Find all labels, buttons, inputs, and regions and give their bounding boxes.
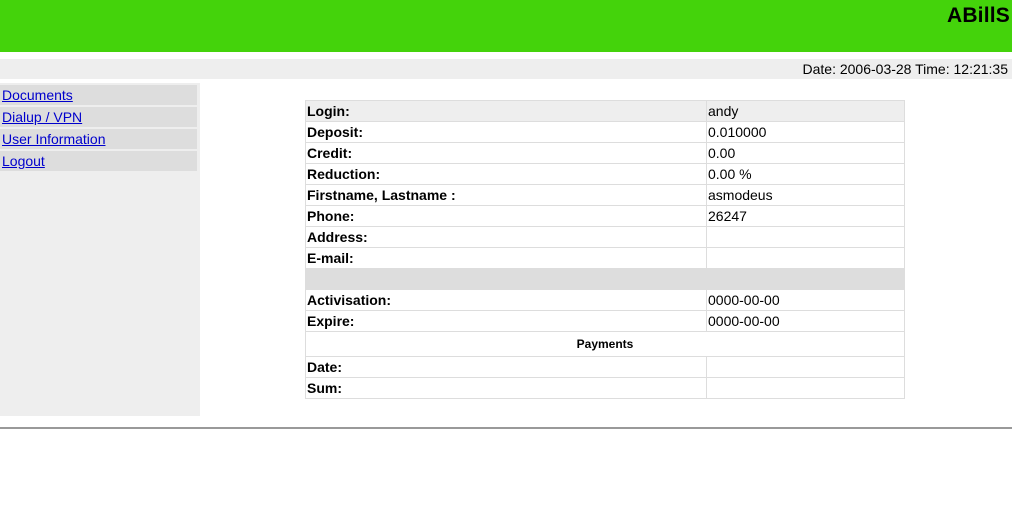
expire-label: Expire: xyxy=(305,310,707,332)
activisation-value: 0000-00-00 xyxy=(706,289,905,311)
payments-title: Payments xyxy=(305,331,905,357)
logout-link[interactable]: Logout xyxy=(0,153,45,169)
sidebar-item-logout: Logout xyxy=(0,151,197,171)
table-separator xyxy=(305,268,905,290)
address-value xyxy=(706,226,905,248)
table-row-phone: Phone: 26247 xyxy=(305,205,905,227)
sidebar: Documents Dialup / VPN User Information … xyxy=(0,83,200,416)
time-label: Time: xyxy=(915,61,950,77)
date-label: Date: xyxy=(802,61,836,77)
email-value xyxy=(706,247,905,269)
payment-sum-value xyxy=(706,377,905,399)
email-label: E-mail: xyxy=(305,247,707,269)
table-row-address: Address: xyxy=(305,226,905,248)
user-information-link[interactable]: User Information xyxy=(0,131,105,147)
table-row-deposit: Deposit: 0.010000 xyxy=(305,121,905,143)
table-row-email: E-mail: xyxy=(305,247,905,269)
name-value: asmodeus xyxy=(706,184,905,206)
table-row-name: Firstname, Lastname : asmodeus xyxy=(305,184,905,206)
separator-cell xyxy=(305,268,905,290)
datetime-display: Date: 2006-03-28 Time: 12:21:35 xyxy=(803,60,1009,78)
phone-label: Phone: xyxy=(305,205,707,227)
date-bar: Date: 2006-03-28 Time: 12:21:35 xyxy=(0,59,1012,79)
reduction-value: 0.00 % xyxy=(706,163,905,185)
sidebar-item-dialup-vpn: Dialup / VPN xyxy=(0,107,197,127)
address-label: Address: xyxy=(305,226,707,248)
app-title: ABillS xyxy=(946,4,1010,27)
login-label: Login: xyxy=(305,100,707,122)
deposit-value: 0.010000 xyxy=(706,121,905,143)
payment-date-label: Date: xyxy=(305,356,707,378)
phone-value: 26247 xyxy=(706,205,905,227)
payments-header-row: Payments xyxy=(305,331,905,357)
payment-date-value xyxy=(706,356,905,378)
credit-value: 0.00 xyxy=(706,142,905,164)
footer-divider xyxy=(0,427,1012,429)
table-row-reduction: Reduction: 0.00 % xyxy=(305,163,905,185)
sidebar-item-documents: Documents xyxy=(0,85,197,105)
time-value: 12:21:35 xyxy=(953,61,1009,77)
sidebar-menu: Documents Dialup / VPN User Information … xyxy=(0,83,200,171)
sidebar-item-user-information: User Information xyxy=(0,129,197,149)
table-row-credit: Credit: 0.00 xyxy=(305,142,905,164)
login-value: andy xyxy=(706,100,905,122)
activisation-label: Activisation: xyxy=(305,289,707,311)
documents-link[interactable]: Documents xyxy=(0,87,73,103)
date-value: 2006-03-28 xyxy=(839,61,912,77)
table-row-login: Login: andy xyxy=(305,100,905,122)
user-info-table: Login: andy Deposit: 0.010000 Credit: 0.… xyxy=(305,100,905,399)
header-bar: ABillS xyxy=(0,0,1012,52)
dialup-vpn-link[interactable]: Dialup / VPN xyxy=(0,109,82,125)
payment-sum-label: Sum: xyxy=(305,377,707,399)
name-label: Firstname, Lastname : xyxy=(305,184,707,206)
deposit-label: Deposit: xyxy=(305,121,707,143)
reduction-label: Reduction: xyxy=(305,163,707,185)
expire-value: 0000-00-00 xyxy=(706,310,905,332)
table-row-payment-date: Date: xyxy=(305,356,905,378)
table-row-expire: Expire: 0000-00-00 xyxy=(305,310,905,332)
table-row-payment-sum: Sum: xyxy=(305,377,905,399)
credit-label: Credit: xyxy=(305,142,707,164)
table-row-activisation: Activisation: 0000-00-00 xyxy=(305,289,905,311)
